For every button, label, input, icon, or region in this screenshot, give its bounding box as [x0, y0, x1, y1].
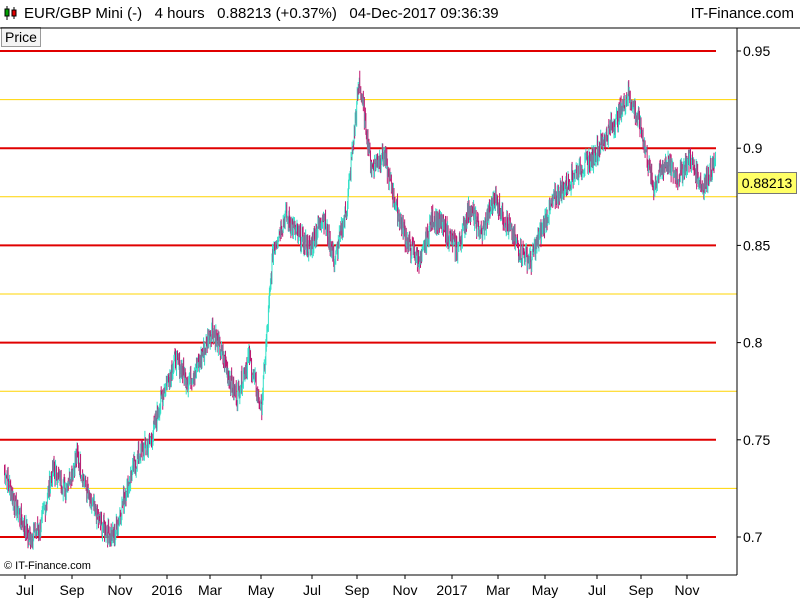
y-tick-label: 0.95	[743, 43, 770, 59]
last-value-label: 0.88213	[737, 171, 797, 194]
copyright-text: © IT-Finance.com	[4, 560, 91, 572]
x-tick-label: Nov	[675, 582, 700, 598]
y-tick-label: 0.75	[743, 432, 770, 448]
y-tick-label: 0.85	[743, 237, 770, 253]
y-tick-label: 0.9	[743, 140, 763, 156]
x-tick-label: 2016	[151, 582, 182, 598]
x-tick-label: May	[532, 582, 558, 598]
price-series	[4, 70, 717, 550]
y-tick-label: 0.8	[743, 335, 763, 351]
x-tick-label: Jul	[303, 582, 321, 598]
x-tick-label: Jul	[16, 582, 34, 598]
level-lines	[0, 50, 737, 538]
x-tick-label: Sep	[345, 582, 370, 598]
x-tick-label: Nov	[108, 582, 133, 598]
price-chart: 0.7 0.75 0.8 0.85 0.9 0.95 Jul Sep Nov 2016 Mar May…	[0, 27, 800, 598]
x-tick-label: Sep	[629, 582, 654, 598]
x-tick-label: 2017	[436, 582, 467, 598]
x-tick-label: Mar	[198, 582, 222, 598]
x-tick-label: Mar	[486, 582, 510, 598]
y-tick-label: 0.7	[743, 529, 763, 545]
x-tick-label: May	[248, 582, 274, 598]
x-tick-label: Jul	[588, 582, 606, 598]
x-tick-label: Sep	[60, 582, 85, 598]
x-tick-label: Nov	[393, 582, 418, 598]
